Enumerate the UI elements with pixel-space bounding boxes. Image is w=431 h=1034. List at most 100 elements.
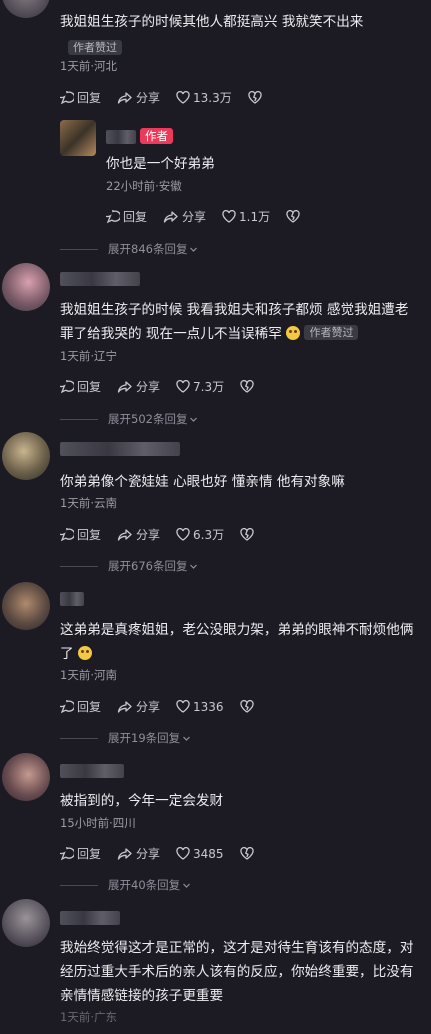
avatar[interactable] bbox=[2, 432, 50, 480]
share-button[interactable]: 分享 bbox=[117, 378, 160, 395]
share-arrow-icon bbox=[117, 700, 132, 713]
share-button[interactable]: 分享 bbox=[117, 845, 160, 862]
broken-heart-icon bbox=[248, 91, 262, 104]
comment-meta: 15小时前·四川 bbox=[60, 816, 136, 830]
username-blurred bbox=[60, 272, 140, 286]
comment-actions: 回复 分享 3485 bbox=[60, 845, 273, 862]
chevron-down-icon bbox=[190, 564, 198, 569]
reply-button[interactable]: 回复 bbox=[60, 378, 101, 395]
divider bbox=[60, 884, 98, 886]
comment-text: 我姐姐生孩子的时候其他人都挺高兴 我就笑不出来 bbox=[60, 14, 364, 30]
heart-icon bbox=[222, 210, 236, 223]
like-button[interactable]: 1.1万 bbox=[222, 208, 270, 225]
reply-actions: 回复 分享 1.1万 bbox=[106, 208, 319, 225]
like-button[interactable]: 6.3万 bbox=[176, 526, 224, 543]
broken-heart-icon bbox=[286, 210, 300, 223]
reply-username-blurred bbox=[106, 130, 136, 144]
dislike-button[interactable] bbox=[248, 91, 265, 104]
avatar[interactable] bbox=[2, 263, 50, 311]
comment-meta: 1天前·辽宁 bbox=[60, 349, 117, 363]
chevron-down-icon bbox=[190, 417, 198, 422]
expand-replies-button[interactable]: 展开676条回复 bbox=[60, 558, 198, 574]
share-button[interactable]: 分享 bbox=[117, 698, 160, 715]
comment-actions: 回复 分享 7.3万 bbox=[60, 378, 273, 395]
reply-button[interactable]: 回复 bbox=[60, 526, 101, 543]
broken-heart-icon bbox=[240, 380, 254, 393]
reply-button[interactable]: 回复 bbox=[60, 845, 101, 862]
share-arrow-icon bbox=[117, 380, 132, 393]
reply-avatar[interactable] bbox=[60, 120, 96, 156]
comment-text: 这弟弟是真疼姐姐，老公没眼力架，弟弟的眼神不耐烦他俩了 bbox=[60, 622, 414, 662]
avatar[interactable] bbox=[2, 582, 50, 630]
username-blurred bbox=[60, 911, 120, 925]
comment-bubble-icon bbox=[60, 90, 74, 104]
author-tag: 作者 bbox=[140, 128, 173, 144]
comment-text: 我始终觉得这才是正常的，这才是对待生育该有的态度，对经历过重大手术后的亲人该有的… bbox=[60, 940, 414, 1004]
avatar[interactable] bbox=[2, 753, 50, 801]
expand-replies-button[interactable]: 展开502条回复 bbox=[60, 411, 198, 427]
share-arrow-icon bbox=[117, 528, 132, 541]
smiley-emoji-icon bbox=[286, 326, 301, 340]
share-button[interactable]: 分享 bbox=[117, 89, 160, 106]
comment-bubble-icon bbox=[106, 209, 120, 223]
divider bbox=[60, 418, 98, 420]
expand-replies-button[interactable]: 展开40条回复 bbox=[60, 877, 191, 893]
comment-meta: 1天前·河南 bbox=[60, 668, 117, 682]
comment-bubble-icon bbox=[60, 699, 74, 713]
reply-button[interactable]: 回复 bbox=[106, 208, 147, 225]
comment-actions: 回复 分享 6.3万 bbox=[60, 526, 273, 543]
comment-meta: 1天前·广东 bbox=[60, 1010, 117, 1024]
divider bbox=[60, 737, 98, 739]
broken-heart-icon bbox=[239, 700, 254, 713]
comment-bubble-icon bbox=[60, 379, 74, 393]
author-liked-badge: 作者赞过 bbox=[68, 40, 122, 55]
reply-button[interactable]: 回复 bbox=[60, 89, 101, 106]
reply-meta: 22小时前·安徽 bbox=[106, 179, 182, 193]
expand-replies-button[interactable]: 展开846条回复 bbox=[60, 241, 198, 257]
chevron-down-icon bbox=[190, 247, 198, 252]
heart-icon bbox=[176, 91, 190, 104]
share-arrow-icon bbox=[117, 91, 132, 104]
share-arrow-icon bbox=[163, 210, 178, 223]
chevron-down-icon bbox=[183, 736, 191, 741]
avatar[interactable] bbox=[2, 0, 50, 18]
broken-heart-icon bbox=[240, 528, 254, 541]
like-button[interactable]: 3485 bbox=[176, 847, 224, 861]
dislike-button[interactable] bbox=[286, 210, 303, 223]
heart-icon bbox=[176, 380, 190, 393]
avatar[interactable] bbox=[2, 899, 50, 947]
like-button[interactable]: 1336 bbox=[176, 700, 224, 714]
broken-heart-icon bbox=[239, 847, 254, 860]
divider bbox=[60, 248, 98, 250]
comment-meta: 1天前·云南 bbox=[60, 496, 117, 510]
comment-bubble-icon bbox=[60, 846, 74, 860]
smiley-emoji-icon bbox=[77, 646, 92, 660]
username-blurred bbox=[60, 764, 124, 778]
dislike-button[interactable] bbox=[240, 528, 257, 541]
comment-actions: 回复 分享 1336 bbox=[60, 698, 273, 715]
like-button[interactable]: 7.3万 bbox=[176, 378, 224, 395]
comment-text: 我姐姐生孩子的时候 我看我姐夫和孩子都烦 感觉我姐遭老罪了给我哭的 现在一点儿不… bbox=[60, 302, 409, 342]
dislike-button[interactable] bbox=[239, 847, 257, 860]
heart-icon bbox=[176, 700, 190, 713]
chevron-down-icon bbox=[183, 883, 191, 888]
comment-meta: 1天前·河北 bbox=[60, 59, 117, 73]
like-button[interactable]: 13.3万 bbox=[176, 89, 232, 106]
comment-bubble-icon bbox=[60, 527, 74, 541]
author-liked-badge: 作者赞过 bbox=[304, 325, 359, 340]
heart-icon bbox=[176, 528, 190, 541]
expand-replies-button[interactable]: 展开19条回复 bbox=[60, 730, 191, 746]
dislike-button[interactable] bbox=[239, 700, 257, 713]
dislike-button[interactable] bbox=[240, 380, 257, 393]
reply-button[interactable]: 回复 bbox=[60, 698, 101, 715]
comment-actions: 回复 分享 13.3万 bbox=[60, 89, 281, 106]
comment-text: 你弟弟像个瓷娃娃 心眼也好 懂亲情 他有对象嘛 bbox=[60, 474, 345, 490]
heart-icon bbox=[176, 847, 190, 860]
share-button[interactable]: 分享 bbox=[117, 526, 160, 543]
divider bbox=[60, 565, 98, 567]
share-arrow-icon bbox=[117, 847, 132, 860]
comment-text: 被指到的，今年一定会发财 bbox=[60, 793, 224, 809]
share-button[interactable]: 分享 bbox=[163, 208, 206, 225]
username-blurred bbox=[60, 592, 84, 606]
reply-text: 你也是一个好弟弟 bbox=[106, 156, 215, 172]
